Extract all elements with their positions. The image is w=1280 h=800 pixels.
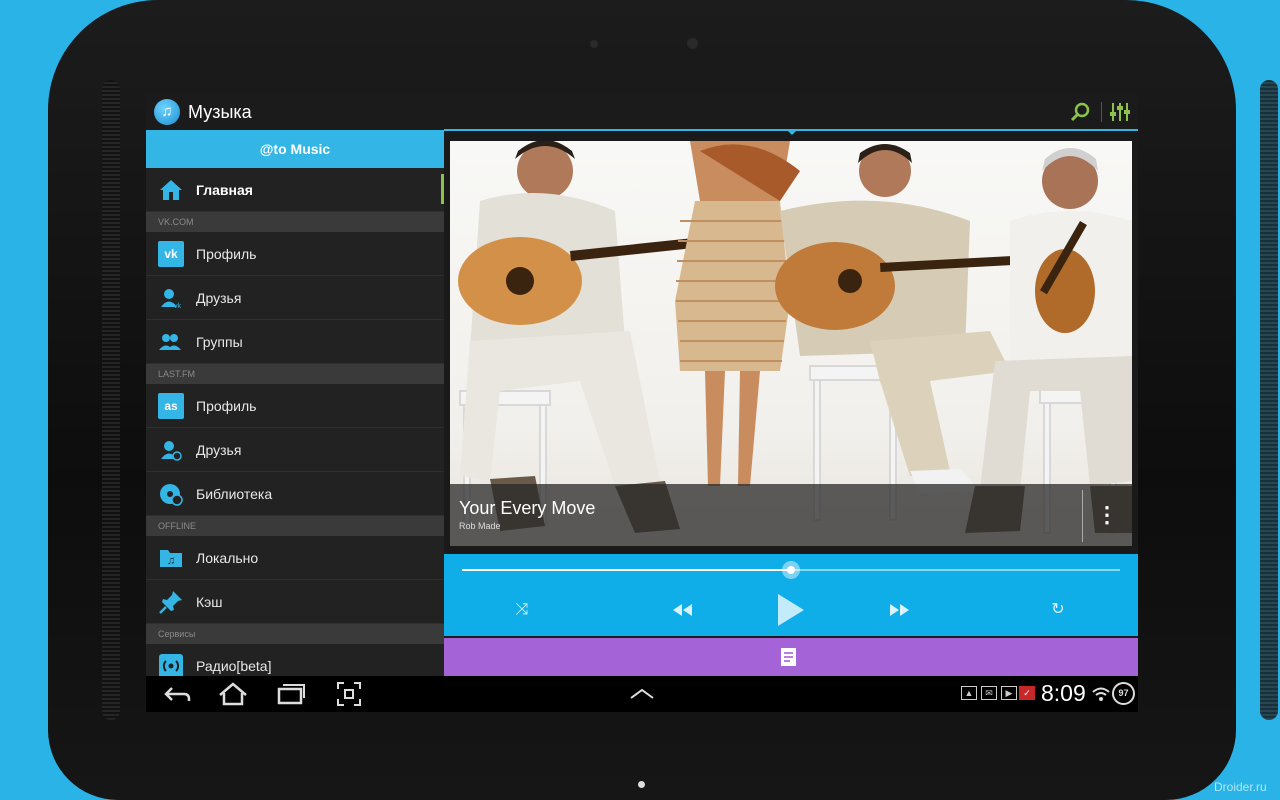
store-notification-icon: ▶ <box>1001 686 1017 700</box>
drawer-item-vk-friends[interactable]: vk Друзья <box>146 276 444 320</box>
section-header-offline: OFFLINE <box>146 516 444 536</box>
drawer-item-label: Кэш <box>196 593 223 610</box>
navigation-drawer: @to Music Главная VK.COM vk Профиль vk Д… <box>146 130 444 676</box>
drawer-item-vk-profile[interactable]: vk Профиль <box>146 232 444 276</box>
repeat-icon[interactable]: ↻ <box>1044 596 1072 624</box>
drawer-item-label: Локально <box>196 549 259 566</box>
drawer-item-label: Профиль <box>196 245 257 262</box>
player-controls: ⤨ ↻ <box>444 554 1138 636</box>
seek-bar-fill <box>462 569 791 571</box>
section-header-lastfm: LAST.FM <box>146 364 444 384</box>
pin-icon <box>158 589 184 615</box>
album-art[interactable]: Your Every Move Rob Made ⋮ <box>450 141 1132 546</box>
drawer-item-radio[interactable]: Радио[beta] <box>146 644 444 676</box>
section-header-vk: VK.COM <box>146 212 444 232</box>
drawer-item-library[interactable]: Библиотека <box>146 472 444 516</box>
search-icon[interactable] <box>1070 101 1092 123</box>
recent-apps-icon[interactable] <box>276 680 306 708</box>
svg-text:vk: vk <box>174 303 182 309</box>
shuffle-icon[interactable]: ⤨ <box>508 596 536 624</box>
drawer-item-label: Радио[beta] <box>196 657 272 674</box>
drawer-item-label: Друзья <box>196 441 242 458</box>
section-header-services: Сервисы <box>146 624 444 644</box>
watermark: Droider.ru <box>1214 780 1267 794</box>
drawer-item-cache[interactable]: Кэш <box>146 580 444 624</box>
lastfm-friends-icon <box>158 437 184 463</box>
song-artist: Rob Made <box>459 521 501 531</box>
drawer-item-lastfm-friends[interactable]: Друзья <box>146 428 444 472</box>
drawer-item-local[interactable]: ♫ Локально <box>146 536 444 580</box>
vk-icon: vk <box>158 240 184 267</box>
speaker-grille-left <box>102 80 120 720</box>
selected-indicator <box>441 174 444 204</box>
lyrics-bar[interactable] <box>444 638 1138 676</box>
system-navigation-bar: ▲ ✉ ▶ ✓ 8:09 97 <box>146 676 1138 712</box>
drawer-item-vk-groups[interactable]: Группы <box>146 320 444 364</box>
speaker-grille-right <box>1260 80 1278 720</box>
sensor-dot <box>590 40 598 48</box>
vk-friends-icon: vk <box>158 285 184 311</box>
library-icon <box>158 481 184 507</box>
app-music-icon[interactable]: ♫ <box>154 99 180 125</box>
home-icon <box>158 177 184 203</box>
drawer-item-label: Профиль <box>196 397 257 414</box>
lyrics-document-icon[interactable] <box>780 647 798 667</box>
local-folder-icon: ♫ <box>158 545 184 571</box>
drawer-item-home[interactable]: Главная <box>146 168 444 212</box>
screenshot-icon[interactable] <box>335 680 363 708</box>
battery-indicator: 97 <box>1112 682 1135 705</box>
drawer-item-label: Главная <box>196 181 253 198</box>
screen: ♫ Музыка @to Music Главная VK.COM vk Про… <box>146 94 1138 712</box>
vk-groups-icon <box>158 329 184 355</box>
drawer-header[interactable]: @to Music <box>146 130 444 168</box>
previous-icon[interactable] <box>668 596 698 624</box>
lastfm-icon: as <box>158 392 184 419</box>
seek-bar-thumb[interactable] <box>782 561 800 579</box>
app-title: Музыка <box>188 102 252 122</box>
wifi-icon <box>1092 684 1110 712</box>
menu-up-icon[interactable] <box>629 680 655 708</box>
home-nav-icon[interactable] <box>217 680 249 708</box>
drawer-item-label: Библиотека <box>196 485 273 502</box>
status-clock: 8:09 <box>1041 680 1086 706</box>
caption-separator <box>1082 490 1083 542</box>
play-icon[interactable] <box>770 590 810 630</box>
next-icon[interactable] <box>884 596 914 624</box>
radio-icon <box>158 653 184 676</box>
now-playing-caption: Your Every Move Rob Made ⋮ <box>450 484 1132 546</box>
tab-pointer <box>786 129 798 135</box>
back-icon[interactable] <box>162 680 192 708</box>
overflow-menu-icon[interactable]: ⋮ <box>1090 498 1124 532</box>
action-bar: ♫ Музыка <box>146 94 1138 130</box>
song-title: Your Every Move <box>459 498 596 518</box>
front-camera <box>687 38 698 49</box>
mail-notification-icon: ✉ <box>981 686 997 700</box>
drawer-item-label: Группы <box>196 333 243 350</box>
svg-text:♫: ♫ <box>167 555 175 567</box>
home-indicator-led <box>638 781 645 788</box>
equalizer-icon[interactable] <box>1108 100 1132 124</box>
gallery-notification-icon: ▲ <box>961 686 977 700</box>
drawer-item-lastfm-profile[interactable]: as Профиль <box>146 384 444 428</box>
drawer-item-label: Друзья <box>196 289 242 306</box>
action-separator <box>1101 102 1102 122</box>
app-notification-icon: ✓ <box>1019 686 1035 700</box>
